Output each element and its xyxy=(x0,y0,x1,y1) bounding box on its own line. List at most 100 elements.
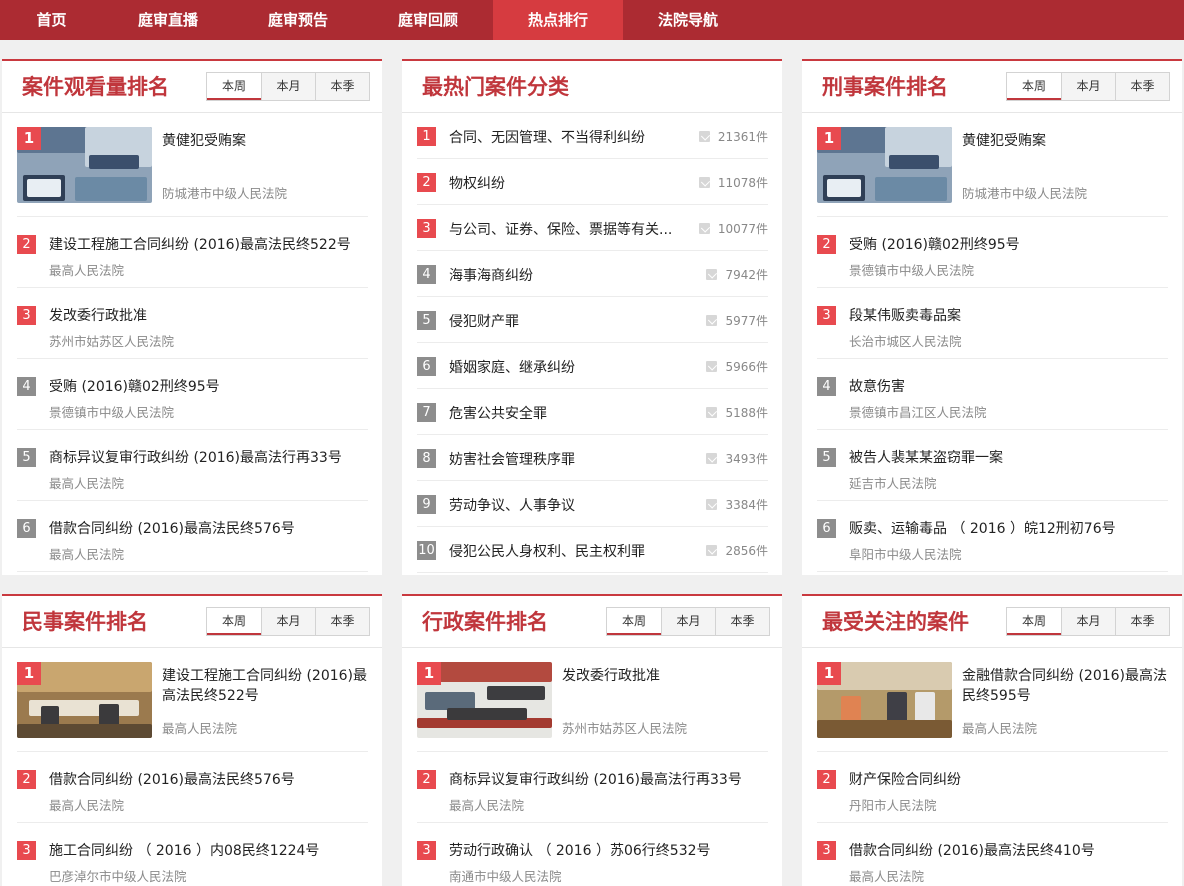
tab-quarter[interactable]: 本季 xyxy=(1115,608,1169,635)
thumbnail-shape xyxy=(89,155,139,169)
case-row[interactable]: 5 被告人裴某某盗窃罪一案 延吉市人民法院 xyxy=(817,430,1168,501)
case-title[interactable]: 受贿 (2016)赣02刑终95号 xyxy=(49,376,220,396)
case-thumbnail[interactable]: 1 xyxy=(817,127,952,203)
case-row[interactable]: 2 商标异议复审行政纠纷 (2016)最高法行再33号 最高人民法院 xyxy=(417,752,768,823)
category-name[interactable]: 物权纠纷 xyxy=(449,173,505,193)
category-row[interactable]: 2 物权纠纷 11078件 xyxy=(417,159,768,205)
case-title[interactable]: 被告人裴某某盗窃罪一案 xyxy=(849,447,1003,467)
category-row[interactable]: 6 婚姻家庭、继承纠纷 5966件 xyxy=(417,343,768,389)
case-row[interactable]: 3 段某伟贩卖毒品案 长治市城区人民法院 xyxy=(817,288,1168,359)
case-title[interactable]: 黄健犯受贿案 xyxy=(162,131,367,151)
case-row[interactable]: 6 借款合同纠纷 (2016)最高法民终576号 最高人民法院 xyxy=(17,501,368,572)
nav-home[interactable]: 首页 xyxy=(0,0,103,40)
category-row[interactable]: 10 侵犯公民人身权利、民主权利罪 2856件 xyxy=(417,527,768,573)
case-row[interactable]: 5 商标异议复审行政纠纷 (2016)最高法行再33号 最高人民法院 xyxy=(17,430,368,501)
nav-hot-ranking[interactable]: 热点排行 xyxy=(493,0,623,40)
category-name[interactable]: 侵犯公民人身权利、民主权利罪 xyxy=(449,541,645,561)
panel-header: 刑事案件排名 本周 本月 本季 xyxy=(802,61,1182,113)
category-row[interactable]: 3 与公司、证券、保险、票据等有关... 10077件 xyxy=(417,205,768,251)
featured-case[interactable]: 1 金融借款合同纠纷 (2016)最高法民终595号 最高人民法院 xyxy=(817,648,1168,752)
featured-case[interactable]: 1 黄健犯受贿案 防城港市中级人民法院 xyxy=(17,113,368,217)
case-title[interactable]: 建设工程施工合同纠纷 (2016)最高法民终522号 xyxy=(49,234,351,254)
category-name[interactable]: 婚姻家庭、继承纠纷 xyxy=(449,357,575,377)
featured-case[interactable]: 1 建设工程施工合同纠纷 (2016)最高法民终522号 最高人民法院 xyxy=(17,648,368,752)
case-row[interactable]: 6 贩卖、运输毒品 （ 2016 ）皖12刑初76号 阜阳市中级人民法院 xyxy=(817,501,1168,572)
court-name: 景德镇市中级人民法院 xyxy=(849,263,975,278)
court-name: 景德镇市中级人民法院 xyxy=(49,405,175,420)
ranking-list: 1 黄健犯受贿案 防城港市中级人民法院 2 受贿 (2016)赣02刑终95号 景德镇市中… xyxy=(802,113,1182,572)
tab-week[interactable]: 本周 xyxy=(1007,73,1061,100)
tab-quarter[interactable]: 本季 xyxy=(1115,73,1169,100)
category-row[interactable]: 5 侵犯财产罪 5977件 xyxy=(417,297,768,343)
case-title[interactable]: 黄健犯受贿案 xyxy=(962,131,1167,151)
case-title[interactable]: 借款合同纠纷 (2016)最高法民终576号 xyxy=(49,518,295,538)
category-name[interactable]: 合同、无因管理、不当得利纠纷 xyxy=(449,127,645,147)
panel-header: 行政案件排名 本周 本月 本季 xyxy=(402,596,782,648)
case-row[interactable]: 3 发改委行政批准 苏州市姑苏区人民法院 xyxy=(17,288,368,359)
case-title[interactable]: 段某伟贩卖毒品案 xyxy=(849,305,961,325)
case-title[interactable]: 贩卖、运输毒品 （ 2016 ）皖12刑初76号 xyxy=(849,518,1116,538)
nav-court-guide[interactable]: 法院导航 xyxy=(623,0,753,40)
nav-live[interactable]: 庭审直播 xyxy=(103,0,233,40)
featured-case[interactable]: 1 黄健犯受贿案 防城港市中级人民法院 xyxy=(817,113,1168,217)
nav-review[interactable]: 庭审回顾 xyxy=(363,0,493,40)
case-thumbnail[interactable]: 1 xyxy=(817,662,952,738)
category-row[interactable]: 1 合同、无因管理、不当得利纠纷 21361件 xyxy=(417,113,768,159)
case-title[interactable]: 商标异议复审行政纠纷 (2016)最高法行再33号 xyxy=(49,447,342,467)
case-row[interactable]: 2 财产保险合同纠纷 丹阳市人民法院 xyxy=(817,752,1168,823)
tab-week[interactable]: 本周 xyxy=(607,608,661,635)
case-title[interactable]: 借款合同纠纷 (2016)最高法民终410号 xyxy=(849,840,1095,860)
tab-week[interactable]: 本周 xyxy=(207,73,261,100)
count-value: 3384件 xyxy=(725,498,768,512)
category-name[interactable]: 海事海商纠纷 xyxy=(449,265,533,285)
case-title[interactable]: 金融借款合同纠纷 (2016)最高法民终595号 xyxy=(962,666,1167,706)
tab-quarter[interactable]: 本季 xyxy=(715,608,769,635)
document-icon xyxy=(706,361,718,372)
case-row[interactable]: 2 受贿 (2016)赣02刑终95号 景德镇市中级人民法院 xyxy=(817,217,1168,288)
case-row[interactable]: 3 施工合同纠纷 （ 2016 ）内08民终1224号 巴彦淖尔市中级人民法院 xyxy=(17,823,368,886)
case-title[interactable]: 受贿 (2016)赣02刑终95号 xyxy=(849,234,1020,254)
tab-quarter[interactable]: 本季 xyxy=(315,73,369,100)
case-title[interactable]: 劳动行政确认 （ 2016 ）苏06行终532号 xyxy=(449,840,711,860)
case-row[interactable]: 4 故意伤害 景德镇市昌江区人民法院 xyxy=(817,359,1168,430)
case-row[interactable]: 3 借款合同纠纷 (2016)最高法民终410号 最高人民法院 xyxy=(817,823,1168,886)
case-title[interactable]: 施工合同纠纷 （ 2016 ）内08民终1224号 xyxy=(49,840,319,860)
category-row[interactable]: 8 妨害社会管理秩序罪 3493件 xyxy=(417,435,768,481)
tab-month[interactable]: 本月 xyxy=(1061,608,1115,635)
case-title[interactable]: 商标异议复审行政纠纷 (2016)最高法行再33号 xyxy=(449,769,742,789)
case-thumbnail[interactable]: 1 xyxy=(17,127,152,203)
thumbnail-shape xyxy=(487,686,545,700)
category-row[interactable]: 9 劳动争议、人事争议 3384件 xyxy=(417,481,768,527)
case-title[interactable]: 建设工程施工合同纠纷 (2016)最高法民终522号 xyxy=(162,666,367,706)
case-row[interactable]: 2 借款合同纠纷 (2016)最高法民终576号 最高人民法院 xyxy=(17,752,368,823)
category-row[interactable]: 4 海事海商纠纷 7942件 xyxy=(417,251,768,297)
case-title[interactable]: 故意伤害 xyxy=(849,376,905,396)
case-title[interactable]: 发改委行政批准 xyxy=(562,666,767,686)
featured-case[interactable]: 1 发改委行政批准 苏州市姑苏区人民法院 xyxy=(417,648,768,752)
case-thumbnail[interactable]: 1 xyxy=(17,662,152,738)
tab-month[interactable]: 本月 xyxy=(661,608,715,635)
case-title[interactable]: 财产保险合同纠纷 xyxy=(849,769,961,789)
category-name[interactable]: 与公司、证券、保险、票据等有关... xyxy=(449,219,672,239)
tab-month[interactable]: 本月 xyxy=(261,73,315,100)
case-title[interactable]: 借款合同纠纷 (2016)最高法民终576号 xyxy=(49,769,295,789)
category-name[interactable]: 侵犯财产罪 xyxy=(449,311,519,331)
tab-month[interactable]: 本月 xyxy=(1061,73,1115,100)
tab-month[interactable]: 本月 xyxy=(261,608,315,635)
tab-week[interactable]: 本周 xyxy=(1007,608,1061,635)
tab-week[interactable]: 本周 xyxy=(207,608,261,635)
category-name[interactable]: 危害公共安全罪 xyxy=(449,403,547,423)
case-row[interactable]: 2 建设工程施工合同纠纷 (2016)最高法民终522号 最高人民法院 xyxy=(17,217,368,288)
case-row[interactable]: 3 劳动行政确认 （ 2016 ）苏06行终532号 南通市中级人民法院 xyxy=(417,823,768,886)
category-row[interactable]: 7 危害公共安全罪 5188件 xyxy=(417,389,768,435)
category-name[interactable]: 劳动争议、人事争议 xyxy=(449,495,575,515)
category-name[interactable]: 妨害社会管理秩序罪 xyxy=(449,449,575,469)
case-thumbnail[interactable]: 1 xyxy=(417,662,552,738)
tab-quarter[interactable]: 本季 xyxy=(315,608,369,635)
case-title[interactable]: 发改委行政批准 xyxy=(49,305,147,325)
court-name: 最高人民法院 xyxy=(49,798,125,813)
case-row[interactable]: 4 受贿 (2016)赣02刑终95号 景德镇市中级人民法院 xyxy=(17,359,368,430)
rank-badge: 6 xyxy=(817,519,836,538)
nav-preview[interactable]: 庭审预告 xyxy=(233,0,363,40)
case-count: 21361件 xyxy=(698,128,768,145)
